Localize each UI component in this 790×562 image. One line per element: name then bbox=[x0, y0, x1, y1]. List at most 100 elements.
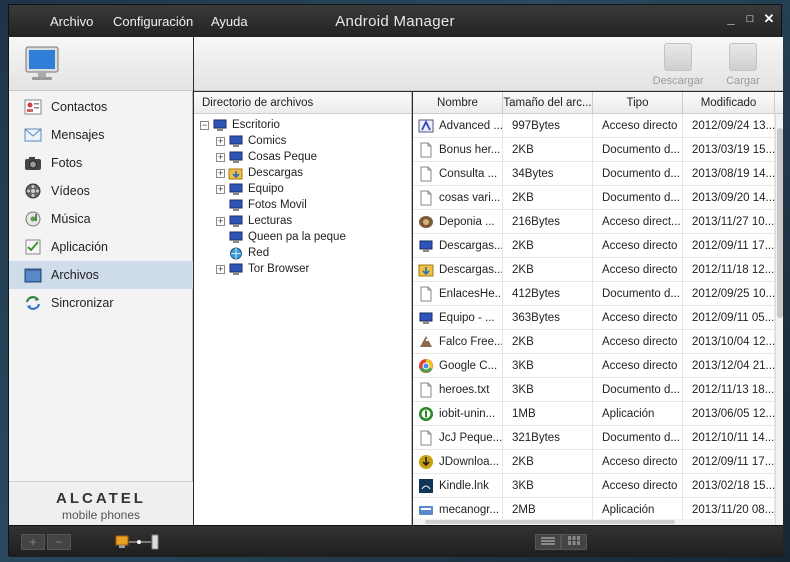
sidebar-item-contactos[interactable]: Contactos bbox=[9, 93, 193, 121]
cell-type: Documento d... bbox=[593, 186, 683, 210]
column-tamano[interactable]: Tamaño del arc... bbox=[503, 92, 593, 114]
expand-toggle[interactable]: + bbox=[216, 185, 225, 194]
download-button[interactable]: Descargar bbox=[650, 43, 706, 87]
expand-toggle[interactable]: + bbox=[216, 265, 225, 274]
cell-name: Advanced ... bbox=[413, 114, 503, 138]
upload-button[interactable]: Cargar bbox=[715, 43, 771, 87]
table-row[interactable]: JcJ Peque... 321Bytes Documento d... 2012/1… bbox=[413, 426, 775, 450]
cell-size: 3KB bbox=[503, 474, 593, 498]
cell-size: 1MB bbox=[503, 402, 593, 426]
vertical-scrollbar[interactable] bbox=[775, 114, 783, 525]
table-row[interactable]: iobit-unin... 1MB Aplicación 2013/06/05 12.… bbox=[413, 402, 775, 426]
cell-name: cosas vari... bbox=[413, 186, 503, 210]
maximize-button[interactable]: □ bbox=[743, 12, 757, 26]
cell-type: Documento d... bbox=[593, 378, 683, 402]
vertical-scroll-thumb[interactable] bbox=[777, 128, 783, 318]
collapse-toggle[interactable]: − bbox=[200, 121, 209, 130]
document-icon bbox=[420, 166, 432, 182]
tree-node-label: Lecturas bbox=[248, 215, 293, 227]
column-nombre[interactable]: Nombre bbox=[413, 92, 503, 114]
toolbar: Descargar Cargar bbox=[194, 37, 783, 91]
minimize-button[interactable]: _ bbox=[724, 12, 738, 26]
table-row[interactable]: Deponia ... 216Bytes Acceso direct... 2013/… bbox=[413, 210, 775, 234]
sidebar-item-fotos[interactable]: Fotos bbox=[9, 149, 193, 177]
table-row[interactable]: Google C... 3KB Acceso directo 2013/12/04 2… bbox=[413, 354, 775, 378]
expand-toggle[interactable]: + bbox=[216, 169, 225, 178]
game-icon bbox=[419, 216, 433, 228]
table-row[interactable]: cosas vari... 2KB Documento d... 2013/09/20… bbox=[413, 186, 775, 210]
cell-size: 3KB bbox=[503, 354, 593, 378]
cell-name: Descargas... bbox=[413, 234, 503, 258]
computer-icon bbox=[229, 151, 243, 163]
table-row[interactable]: Advanced ... 997Bytes Acceso directo 2012/0… bbox=[413, 114, 775, 138]
app-window: Archivo Configuración Ayuda Android Mana… bbox=[8, 4, 783, 557]
device-panel bbox=[9, 37, 193, 91]
envelope-icon bbox=[24, 128, 42, 142]
expand-toggle[interactable]: + bbox=[216, 137, 225, 146]
sidebar-item-label: Contactos bbox=[51, 100, 108, 114]
sidebar-item-archivos[interactable]: Archivos bbox=[9, 261, 193, 289]
document-icon bbox=[420, 190, 432, 206]
cell-type: Documento d... bbox=[593, 426, 683, 450]
brand-name: ALCATEL bbox=[56, 490, 146, 507]
file-name: iobit-unin... bbox=[439, 408, 496, 420]
column-modificado[interactable]: Modificado bbox=[683, 92, 775, 114]
close-button[interactable]: ✕ bbox=[762, 12, 776, 26]
file-name: Deponia ... bbox=[439, 216, 495, 228]
monitor-icon[interactable] bbox=[25, 45, 59, 85]
cell-type: Acceso directo bbox=[593, 354, 683, 378]
table-row[interactable]: JDownloa... 2KB Acceso directo 2012/09/11 1… bbox=[413, 450, 775, 474]
falcon-icon bbox=[420, 336, 432, 347]
expand-toggle[interactable]: + bbox=[216, 217, 225, 226]
file-name: mecanogr... bbox=[439, 504, 500, 516]
cell-name: Bonus her... bbox=[413, 138, 503, 162]
cell-size: 363Bytes bbox=[503, 306, 593, 330]
cell-type: Acceso directo bbox=[593, 306, 683, 330]
cell-size: 34Bytes bbox=[503, 162, 593, 186]
directory-tree-pane: Directorio de archivos − Escritorio + Com… bbox=[194, 92, 412, 525]
column-tipo[interactable]: Tipo bbox=[593, 92, 683, 114]
cell-type: Documento d... bbox=[593, 282, 683, 306]
cell-size: 321Bytes bbox=[503, 426, 593, 450]
typing-app-icon bbox=[419, 506, 433, 515]
tree-node-label: Tor Browser bbox=[248, 263, 310, 275]
sidebar-item-musica[interactable]: Música bbox=[9, 205, 193, 233]
file-list-pane: Nombre Tamaño del arc... Tipo Modificado… bbox=[413, 92, 783, 525]
table-row[interactable]: EnlacesHe... 412Bytes Documento d... 2012/0… bbox=[413, 282, 775, 306]
cell-type: Documento d... bbox=[593, 138, 683, 162]
sidebar-item-videos[interactable]: Vídeos bbox=[9, 177, 193, 205]
table-row[interactable]: heroes.txt 3KB Documento d... 2012/11/13 18… bbox=[413, 378, 775, 402]
table-row[interactable]: Equipo - ... 363Bytes Acceso directo 2012/0… bbox=[413, 306, 775, 330]
tree-header: Directorio de archivos bbox=[194, 92, 411, 114]
cell-modified: 2012/11/18 12... bbox=[683, 258, 775, 282]
sidebar-item-label: Sincronizar bbox=[51, 296, 114, 310]
network-icon bbox=[230, 247, 242, 260]
remove-button[interactable]: − bbox=[47, 534, 71, 550]
grid-view-button[interactable] bbox=[561, 534, 587, 550]
list-view-button[interactable] bbox=[535, 534, 561, 550]
cell-name: Falco Free... bbox=[413, 330, 503, 354]
expand-toggle[interactable]: + bbox=[216, 153, 225, 162]
horizontal-scroll-thumb[interactable] bbox=[425, 520, 675, 524]
title-bar: Archivo Configuración Ayuda Android Mana… bbox=[9, 5, 781, 37]
table-row[interactable]: Descargas... 2KB Acceso directo 2012/11/18 … bbox=[413, 258, 775, 282]
tree-node-label: Descargas bbox=[248, 167, 303, 179]
table-row[interactable]: Descargas... 2KB Acceso directo 2012/09/11 … bbox=[413, 234, 775, 258]
add-button[interactable]: + bbox=[21, 534, 45, 550]
sidebar-item-mensajes[interactable]: Mensajes bbox=[9, 121, 193, 149]
cell-size: 3KB bbox=[503, 378, 593, 402]
shortcut-app-icon bbox=[418, 119, 434, 133]
computer-icon bbox=[229, 263, 243, 275]
table-row[interactable]: Bonus her... 2KB Documento d... 2013/03/19 … bbox=[413, 138, 775, 162]
table-row[interactable]: Falco Free... 2KB Acceso directo 2013/10/04… bbox=[413, 330, 775, 354]
cell-type: Acceso directo bbox=[593, 258, 683, 282]
cell-name: heroes.txt bbox=[413, 378, 503, 402]
table-row[interactable]: Consulta ... 34Bytes Documento d... 2013/08… bbox=[413, 162, 775, 186]
sidebar-item-aplicacion[interactable]: Aplicación bbox=[9, 233, 193, 261]
sidebar-item-sincronizar[interactable]: Sincronizar bbox=[9, 289, 193, 317]
file-name: Advanced ... bbox=[439, 120, 503, 132]
download-icon bbox=[664, 43, 692, 71]
table-row[interactable]: Kindle.lnk 3KB Acceso directo 2013/02/18 15… bbox=[413, 474, 775, 498]
cell-type: Acceso directo bbox=[593, 474, 683, 498]
cell-modified: 2012/09/11 17... bbox=[683, 234, 775, 258]
